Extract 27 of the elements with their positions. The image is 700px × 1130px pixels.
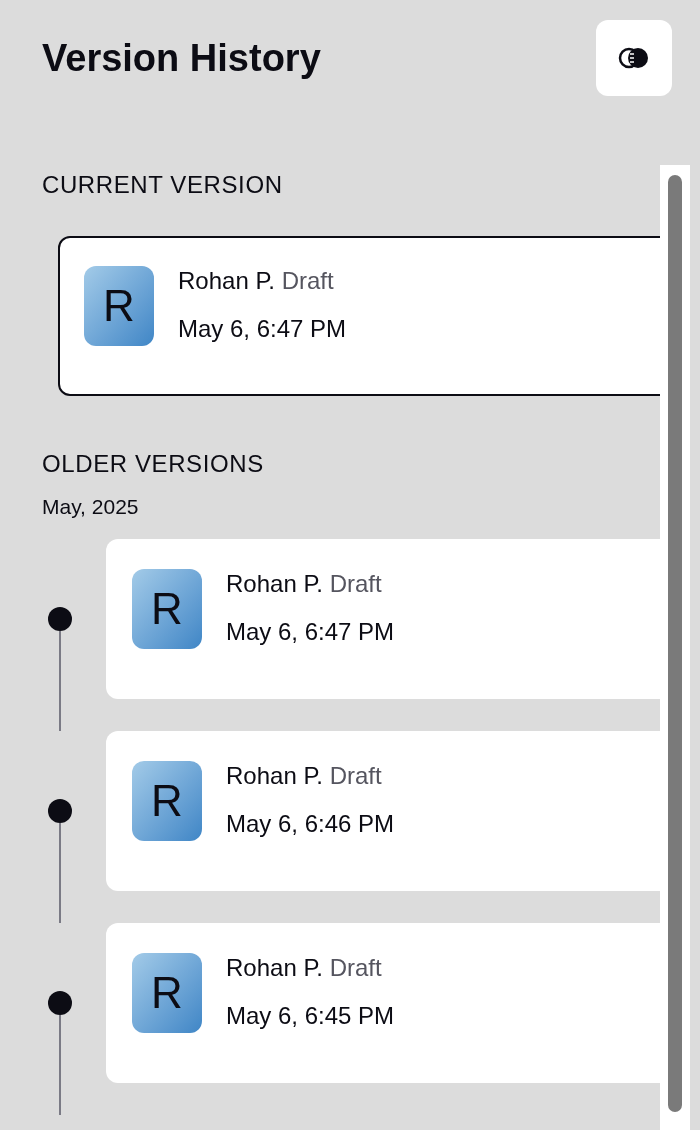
section-heading: CURRENT VERSION <box>42 170 284 200</box>
status-label: Draft <box>281 267 334 294</box>
scrollbar[interactable] <box>660 165 690 1130</box>
version-card[interactable]: R Rohan P. Draft May 6, 6:45 PM <box>106 923 660 1083</box>
theme-toggle-button[interactable] <box>596 20 672 96</box>
version-time: May 6, 6:47 PM <box>226 617 395 647</box>
version-time: May 6, 6:47 PM <box>178 314 347 344</box>
author-name: Rohan P. <box>178 267 275 294</box>
page-title: Version History <box>42 35 321 81</box>
status-label: Draft <box>329 762 382 789</box>
version-time: May 6, 6:45 PM <box>226 1001 395 1031</box>
avatar: R <box>132 569 202 649</box>
version-time: May 6, 6:46 PM <box>226 809 395 839</box>
author-name: Rohan P. <box>226 570 323 597</box>
current-version-card[interactable]: R Rohan P. Draft May 6, 6:47 PM <box>58 236 660 396</box>
avatar: R <box>132 761 202 841</box>
version-card[interactable]: R Rohan P. Draft May 6, 6:47 PM <box>106 539 660 699</box>
status-label: Draft <box>329 570 382 597</box>
status-label: Draft <box>329 954 382 981</box>
author-name: Rohan P. <box>226 954 323 981</box>
avatar: R <box>84 266 154 346</box>
version-card[interactable]: R Rohan P. Draft May 6, 6:46 PM <box>106 731 660 891</box>
contrast-icon <box>617 46 651 70</box>
avatar: R <box>132 953 202 1033</box>
section-heading: OLDER VERSIONS <box>42 449 265 479</box>
author-name: Rohan P. <box>226 762 323 789</box>
group-date-label: May, 2025 <box>42 494 140 520</box>
